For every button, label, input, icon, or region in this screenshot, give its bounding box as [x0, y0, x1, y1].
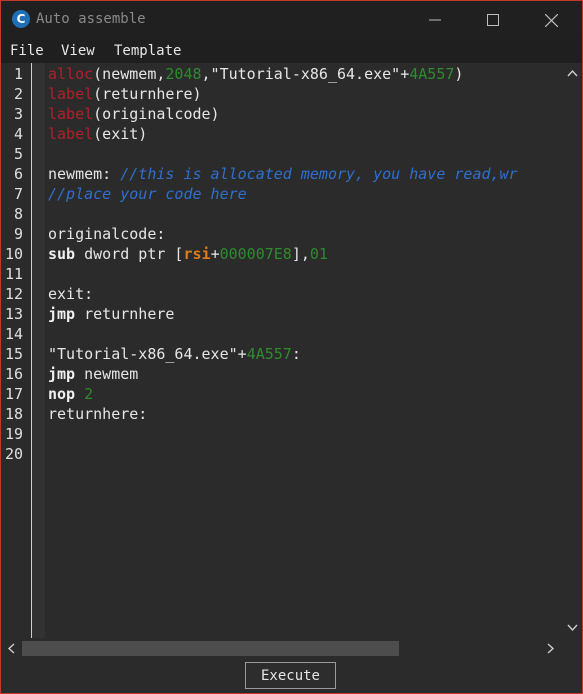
line-number: 10: [4, 245, 23, 263]
code-line: returnhere:: [48, 404, 147, 424]
instruction-token: nop: [48, 385, 76, 403]
line-number: 18: [4, 405, 23, 423]
scroll-right-icon[interactable]: [545, 643, 556, 654]
code-token: ): [454, 65, 464, 83]
line-number: 8: [13, 205, 23, 223]
maximize-button[interactable]: [464, 1, 522, 39]
number-token: 2: [84, 385, 94, 403]
vertical-scrollbar[interactable]: [563, 63, 582, 638]
number-token: 2048: [165, 65, 202, 83]
comment-token: //this is allocated memory, you have rea…: [120, 165, 518, 183]
code-token: newmem:: [48, 165, 121, 183]
code-line: label(returnhere): [48, 84, 202, 104]
code-token: (exit): [93, 125, 148, 143]
scrollbar-corner: [563, 638, 582, 659]
code-line: newmem: //this is allocated memory, you …: [48, 164, 518, 184]
number-token: 4A557: [246, 345, 292, 363]
execute-button[interactable]: Execute: [245, 662, 336, 689]
code-token: (returnhere): [93, 85, 202, 103]
maximize-icon: [487, 14, 499, 26]
scroll-left-icon[interactable]: [6, 643, 17, 654]
keyword-token: alloc: [48, 65, 94, 83]
scroll-down-icon[interactable]: [567, 622, 578, 633]
code-token: newmem: [75, 365, 139, 383]
code-token: "Tutorial-x86_64.exe"+: [48, 345, 247, 363]
keyword-token: label: [48, 105, 94, 123]
code-line: label(exit): [48, 124, 147, 144]
instruction-token: jmp: [48, 365, 76, 383]
horizontal-scrollbar[interactable]: [1, 638, 563, 659]
code-token: (newmem,: [93, 65, 166, 83]
window-title: Auto assemble: [36, 11, 146, 27]
menu-view[interactable]: View: [61, 43, 95, 59]
code-token: +: [210, 245, 220, 263]
line-number: 19: [4, 425, 23, 443]
menu-file[interactable]: File: [10, 43, 44, 59]
code-token: (originalcode): [93, 105, 220, 123]
line-number: 9: [13, 225, 23, 243]
code-line: nop 2: [48, 384, 93, 404]
code-token: ,"Tutorial-x86_64.exe"+: [201, 65, 410, 83]
minimize-button[interactable]: [406, 1, 464, 39]
gutter-margin: [32, 63, 45, 638]
code-line: sub dword ptr [rsi+000007E8],01: [48, 244, 328, 264]
code-token: exit:: [48, 285, 94, 303]
code-line: label(originalcode): [48, 104, 220, 124]
register-token: rsi: [183, 245, 211, 263]
title-bar[interactable]: C Auto assemble: [1, 1, 582, 39]
keyword-token: label: [48, 85, 94, 103]
line-number: 4: [13, 125, 23, 143]
code-line: alloc(newmem,2048,"Tutorial-x86_64.exe"+…: [48, 64, 463, 84]
code-token: originalcode:: [48, 225, 166, 243]
code-token: returnhere: [75, 305, 175, 323]
line-number: 2: [13, 85, 23, 103]
code-token: dword ptr [: [75, 245, 184, 263]
line-number: 11: [4, 265, 23, 283]
code-editor[interactable]: 1 2 3 4 5 6 7 8 9 10 11 12 13 14 15 16 1…: [1, 63, 582, 638]
footer-bar: Execute: [1, 659, 582, 693]
code-line: "Tutorial-x86_64.exe"+4A557:: [48, 344, 301, 364]
close-icon: [544, 13, 558, 27]
instruction-token: sub: [48, 245, 76, 263]
line-number: 15: [4, 345, 23, 363]
code-text-area[interactable]: alloc(newmem,2048,"Tutorial-x86_64.exe"+…: [45, 63, 563, 638]
menu-bar: File View Template: [1, 39, 582, 63]
line-number: 16: [4, 365, 23, 383]
line-number: 3: [13, 105, 23, 123]
code-token: returnhere:: [48, 405, 148, 423]
line-number: 14: [4, 325, 23, 343]
line-number: 1: [13, 65, 23, 83]
line-number: 20: [4, 445, 23, 463]
code-line: jmp newmem: [48, 364, 138, 384]
line-number-gutter: 1 2 3 4 5 6 7 8 9 10 11 12 13 14 15 16 1…: [1, 63, 31, 638]
close-button[interactable]: [522, 1, 580, 39]
minimize-icon: [429, 19, 441, 21]
line-number: 17: [4, 385, 23, 403]
line-number: 13: [4, 305, 23, 323]
menu-template[interactable]: Template: [114, 43, 181, 59]
line-number: 12: [4, 285, 23, 303]
keyword-token: label: [48, 125, 94, 143]
horizontal-scroll-thumb[interactable]: [22, 641, 399, 656]
code-token: ],: [291, 245, 310, 263]
code-line: jmp returnhere: [48, 304, 174, 324]
code-line: //place your code here: [48, 184, 247, 204]
cheat-engine-icon: C: [12, 10, 30, 28]
number-token: 000007E8: [219, 245, 292, 263]
code-token: :: [291, 345, 301, 363]
line-number: 5: [13, 145, 23, 163]
number-token: 4A557: [409, 65, 455, 83]
code-line: originalcode:: [48, 224, 165, 244]
instruction-token: jmp: [48, 305, 76, 323]
line-number: 6: [13, 165, 23, 183]
code-line: exit:: [48, 284, 93, 304]
auto-assemble-window: C Auto assemble File View Template 1 2 3…: [0, 0, 583, 694]
number-token: 01: [309, 245, 328, 263]
scroll-up-icon[interactable]: [567, 68, 578, 79]
line-number: 7: [13, 185, 23, 203]
comment-token: //place your code here: [48, 185, 247, 203]
